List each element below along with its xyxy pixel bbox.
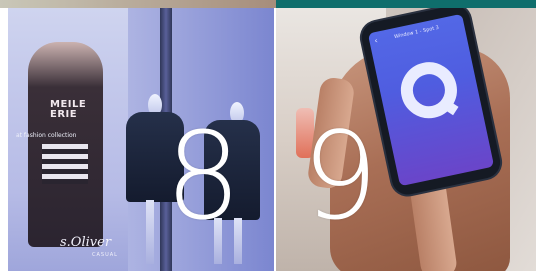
brand-logo: s.Oliver (60, 235, 112, 250)
brand-sub-label: CASUAL (92, 252, 118, 258)
poster-striped-dress (42, 144, 88, 184)
step-number-9: 9 (302, 108, 379, 247)
step-number-8: 8 (165, 108, 242, 247)
phone-screen: ‹ Window 1 - Spot 3 (367, 13, 495, 187)
screen-title: Window 1 - Spot 3 (393, 24, 440, 41)
right-top-strip (276, 0, 536, 8)
mannequin-leg (146, 200, 154, 264)
image-collage: MEILE ERIE at fashion collection s.Olive… (0, 0, 536, 271)
poster-tagline: at fashion collection (16, 132, 77, 139)
fashion-poster: MEILE ERIE at fashion collection s.Olive… (8, 8, 128, 271)
left-top-strip (0, 0, 276, 8)
poster-headline: MEILE ERIE (50, 99, 87, 120)
